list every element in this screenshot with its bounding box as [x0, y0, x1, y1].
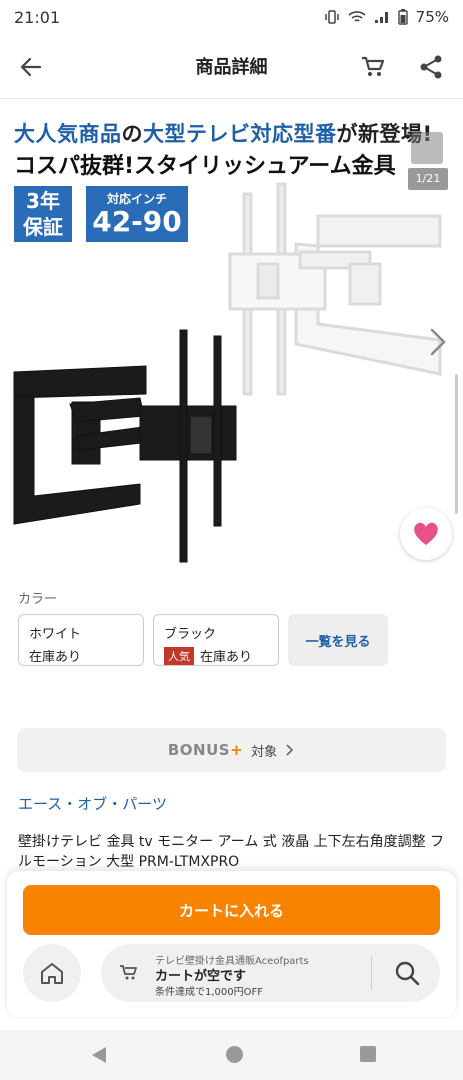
signal-icon	[374, 12, 388, 23]
cart-empty-text: カートが空です	[155, 969, 247, 984]
heart-icon	[414, 522, 438, 545]
add-to-cart-button[interactable]: カートに入れる	[23, 885, 440, 935]
shop-name-link[interactable]: エース・オブ・パーツ	[18, 793, 167, 814]
page-title: 商品詳細	[195, 57, 268, 78]
status-icons: 75%	[324, 8, 449, 26]
status-bar: 21:01 75%	[0, 0, 463, 34]
app-bar: 商品詳細	[0, 34, 463, 99]
back-button[interactable]	[14, 50, 48, 84]
bonus-logo-text: BONUS	[167, 741, 231, 759]
color-option-stock: 在庫あり	[200, 650, 253, 665]
battery-icon	[397, 9, 408, 25]
chevron-right-icon	[286, 744, 294, 756]
gallery-icon[interactable]	[411, 132, 443, 164]
color-label: カラー	[18, 592, 58, 607]
cart-icon	[120, 965, 137, 980]
view-all-colors-button[interactable]: 一覧を見る	[288, 614, 388, 666]
cart-condition-text: 条件達成で1,000円OFF	[155, 987, 264, 998]
system-nav-bar	[0, 1030, 463, 1080]
scroll-indicator	[455, 374, 458, 514]
nav-recents-icon[interactable]	[360, 1046, 376, 1062]
nav-home-icon[interactable]	[226, 1046, 243, 1063]
vibrate-icon	[324, 10, 339, 24]
color-option-white[interactable]: ホワイト 在庫あり	[18, 614, 144, 666]
product-photo	[13, 182, 442, 563]
home-button[interactable]	[23, 944, 81, 1002]
bonus-plus-logo: BONUS+	[168, 741, 243, 759]
image-counter: 1/21	[408, 168, 448, 190]
cart-button[interactable]	[356, 50, 390, 84]
product-name: 壁掛けテレビ 金具 tv モニター アーム 式 液晶 上下左右角度調整 フルモー…	[18, 834, 445, 870]
arrow-left-icon	[20, 57, 42, 77]
home-icon	[41, 963, 63, 984]
bonus-text: 対象	[251, 744, 278, 760]
color-option-stock-row: 人気 在庫あり	[164, 646, 268, 665]
bonus-logo-plus: +	[230, 741, 244, 759]
next-image-button[interactable]	[424, 324, 452, 360]
product-image-carousel[interactable]: 大人気商品の大型テレビ対応型番が新登場! コスパ抜群!スタイリッシュアーム金具 …	[0, 104, 463, 574]
nav-back-icon[interactable]	[90, 1046, 108, 1064]
color-option-stock-row: 在庫あり	[29, 646, 133, 665]
color-option-name: ブラック	[164, 627, 217, 642]
bonus-plus-banner[interactable]: BONUS+ 対象	[17, 728, 446, 772]
chevron-right-icon	[430, 328, 446, 356]
bottom-action-panel: カートに入れる テレビ壁掛け金具通販Aceofparts カートが空です 条件達…	[7, 871, 456, 1017]
color-option-stock: 在庫あり	[29, 650, 82, 665]
battery-level: 75%	[415, 8, 449, 26]
cart-icon	[362, 56, 385, 76]
color-option-name: ホワイト	[29, 627, 82, 642]
popular-badge: 人気	[164, 646, 194, 665]
share-icon	[420, 55, 442, 79]
divider	[371, 956, 372, 990]
favorite-button[interactable]	[400, 508, 452, 560]
cart-summary[interactable]: テレビ壁掛け金具通販Aceofparts カートが空です 条件達成で1,000円…	[101, 944, 440, 1002]
share-button[interactable]	[414, 50, 448, 84]
color-option-black[interactable]: ブラック 人気 在庫あり	[153, 614, 279, 666]
wifi-icon	[348, 11, 366, 22]
search-icon[interactable]	[393, 959, 421, 987]
status-time: 21:01	[14, 7, 61, 27]
